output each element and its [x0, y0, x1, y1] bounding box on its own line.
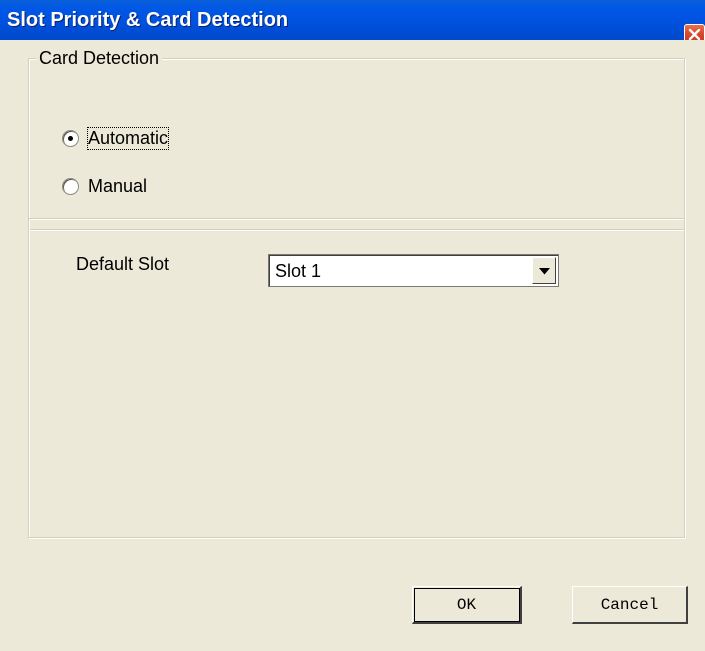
default-slot-value: Slot 1	[275, 261, 322, 281]
ok-button-label: OK	[456, 595, 477, 614]
default-slot-label: Default Slot	[76, 254, 170, 274]
cancel-button[interactable]: Cancel	[572, 586, 688, 624]
dropdown-button[interactable]	[532, 257, 556, 284]
radio-automatic-indicator[interactable]	[62, 130, 79, 147]
cancel-button-label: Cancel	[600, 595, 659, 614]
dialog-window: Slot Priority & Card Detection Card Dete…	[0, 0, 705, 651]
chevron-down-icon	[539, 268, 550, 275]
card-detection-legend: Card Detection	[36, 47, 163, 69]
radio-manual[interactable]: Manual	[62, 176, 147, 197]
ok-button[interactable]: OK	[412, 586, 522, 624]
default-slot-select[interactable]: Slot 1	[268, 254, 559, 287]
radio-manual-indicator[interactable]	[62, 178, 79, 195]
radio-automatic[interactable]: Automatic	[62, 127, 170, 150]
title-bar[interactable]: Slot Priority & Card Detection	[0, 0, 705, 40]
window-title: Slot Priority & Card Detection	[7, 9, 289, 31]
radio-automatic-label: Automatic	[86, 127, 170, 150]
radio-manual-label: Manual	[88, 176, 148, 196]
